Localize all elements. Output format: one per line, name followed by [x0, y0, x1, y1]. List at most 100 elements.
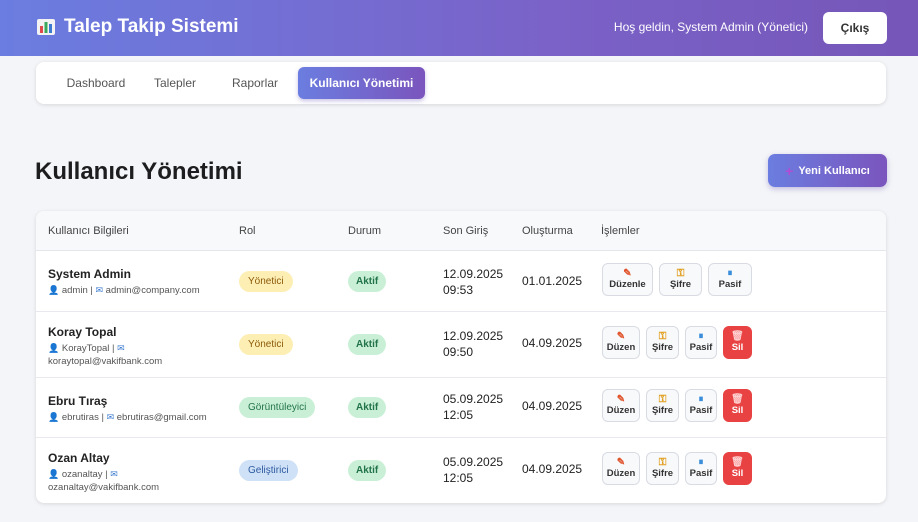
status-cell: Aktif [348, 397, 387, 418]
delete-button[interactable]: 🗑 Sil [723, 452, 752, 485]
delete-label: Sil [731, 405, 744, 416]
main-nav: Dashboard Talepler Raporlar Kullanıcı Yö… [36, 62, 886, 104]
last-login-time: 12:05 [443, 408, 474, 422]
password-button[interactable]: ⚿ Şifre [646, 389, 679, 422]
edit-label: Düzen [606, 405, 636, 416]
users-table: Kullanıcı Bilgileri Rol Durum Son Giriş … [36, 211, 886, 503]
deactivate-button[interactable]: ⏸ Pasif [708, 263, 752, 296]
user-email: koraytopal@vakifbank.com [48, 356, 163, 367]
user-info: Ozan Altay 👤 ozanaltay | ✉ ozanaltay@vaki… [48, 451, 228, 494]
app-title: Talep Takip Sistemi [64, 16, 239, 37]
tab-raporlar[interactable]: Raporlar [220, 67, 290, 99]
key-icon: ⚿ [676, 268, 685, 279]
key-icon: ⚿ [658, 331, 667, 342]
logout-button[interactable]: Çıkış [823, 12, 887, 44]
password-button[interactable]: ⚿ Şifre [659, 263, 702, 296]
column-header: Son Giriş [443, 225, 489, 237]
table-row: System Admin 👤 admin | ✉ admin@company.c… [36, 251, 886, 312]
trash-icon: 🗑 [731, 457, 744, 468]
person-icon: 👤 [48, 469, 60, 479]
status-cell: Aktif [348, 271, 387, 292]
edit-button[interactable]: ✎ Düzenle [602, 263, 653, 296]
status-badge: Aktif [348, 397, 387, 418]
deactivate-label: Pasif [689, 468, 713, 479]
role-badge: Yönetici [239, 271, 293, 292]
table-row: Ozan Altay 👤 ozanaltay | ✉ ozanaltay@vaki… [36, 437, 886, 503]
edit-button[interactable]: ✎ Düzen [602, 452, 640, 485]
role-cell: Görüntüleyici [239, 397, 316, 418]
mail-icon: ✉ [95, 285, 104, 295]
last-login-date: 12.09.2025 [443, 267, 504, 281]
password-button[interactable]: ⚿ Şifre [646, 452, 679, 485]
last-login-time: 12:05 [443, 471, 474, 485]
edit-button[interactable]: ✎ Düzen [602, 326, 640, 359]
created-date: 04.09.2025 [522, 399, 583, 413]
delete-label: Sil [731, 342, 744, 353]
role-badge: Geliştirici [239, 460, 298, 481]
edit-button[interactable]: ✎ Düzen [602, 389, 640, 422]
password-label: Şifre [669, 279, 692, 290]
person-icon: 👤 [48, 285, 60, 295]
deactivate-button[interactable]: ⏸ Pasif [685, 452, 717, 485]
last-login-date: 05.09.2025 [443, 392, 504, 406]
mail-icon: ✉ [106, 412, 115, 422]
table-row: Koray Topal 👤 KorayTopal | ✉ koraytopal@v… [36, 311, 886, 378]
tab-dashboard[interactable]: Dashboard [46, 67, 146, 99]
new-user-button[interactable]: + Yeni Kullanıcı [768, 154, 887, 187]
column-header: İşlemler [601, 225, 640, 237]
user-email: admin@company.com [105, 285, 200, 296]
bar-chart-icon [37, 19, 55, 35]
table-header: Kullanıcı Bilgileri Rol Durum Son Giriş … [36, 211, 886, 251]
pause-icon: ⏸ [698, 331, 704, 342]
last-login-time: 09:53 [443, 283, 474, 297]
page-title: Kullanıcı Yönetimi [35, 158, 243, 185]
created-date: 01.01.2025 [522, 274, 583, 288]
password-label: Şifre [651, 342, 674, 353]
brand: Talep Takip Sistemi [36, 16, 239, 38]
tab-talepler[interactable]: Talepler [140, 67, 210, 99]
trash-icon: 🗑 [731, 394, 744, 405]
created-date: 04.09.2025 [522, 462, 583, 476]
last-login-date: 12.09.2025 [443, 329, 504, 343]
pause-icon: ⏸ [698, 394, 704, 405]
column-header: Oluşturma [522, 225, 573, 237]
mail-icon: ✉ [117, 343, 125, 353]
deactivate-button[interactable]: ⏸ Pasif [685, 389, 717, 422]
user-info: System Admin 👤 admin | ✉ admin@company.c… [48, 267, 228, 297]
deactivate-label: Pasif [689, 342, 713, 353]
last-login: 12.09.2025 09:50 [443, 328, 503, 360]
pause-icon: ⏸ [698, 457, 704, 468]
delete-button[interactable]: 🗑 Sil [723, 326, 752, 359]
last-login-time: 09:50 [443, 345, 474, 359]
role-badge: Yönetici [239, 334, 293, 355]
pencil-icon: ✎ [616, 331, 626, 342]
welcome-text: Hoş geldin, System Admin (Yönetici) [613, 20, 808, 34]
new-user-label: Yeni Kullanıcı [798, 164, 870, 177]
password-button[interactable]: ⚿ Şifre [646, 326, 679, 359]
delete-button[interactable]: 🗑 Sil [723, 389, 752, 422]
edit-label: Düzen [606, 342, 636, 353]
status-cell: Aktif [348, 460, 387, 481]
last-login-date: 05.09.2025 [443, 455, 504, 469]
top-bar: Talep Takip Sistemi Hoş geldin, System A… [0, 0, 918, 56]
status-badge: Aktif [348, 334, 387, 355]
status-badge: Aktif [348, 460, 387, 481]
tab-kullanici-yonetimi[interactable]: Kullanıcı Yönetimi [298, 67, 425, 99]
user-email: ozanaltay@vakifbank.com [48, 482, 160, 493]
user-meta: 👤 ebrutiras | ✉ ebrutiras@gmail.com [48, 411, 238, 424]
edit-label: Düzenle [609, 279, 646, 290]
deactivate-button[interactable]: ⏸ Pasif [685, 326, 717, 359]
deactivate-label: Pasif [689, 405, 713, 416]
created-date: 04.09.2025 [522, 336, 583, 350]
user-meta: 👤 ozanaltay | ✉ ozanaltay@vakifbank.com [48, 468, 228, 494]
username: admin | [61, 285, 96, 296]
username: ozanaltay | [61, 469, 111, 480]
user-name: System Admin [48, 267, 131, 281]
username: KorayTopal | [61, 343, 118, 354]
key-icon: ⚿ [658, 394, 667, 405]
edit-label: Düzen [606, 468, 636, 479]
status-cell: Aktif [348, 334, 387, 355]
plus-icon: + [785, 162, 794, 179]
role-cell: Yönetici [239, 271, 293, 292]
column-header: Kullanıcı Bilgileri [48, 225, 129, 237]
